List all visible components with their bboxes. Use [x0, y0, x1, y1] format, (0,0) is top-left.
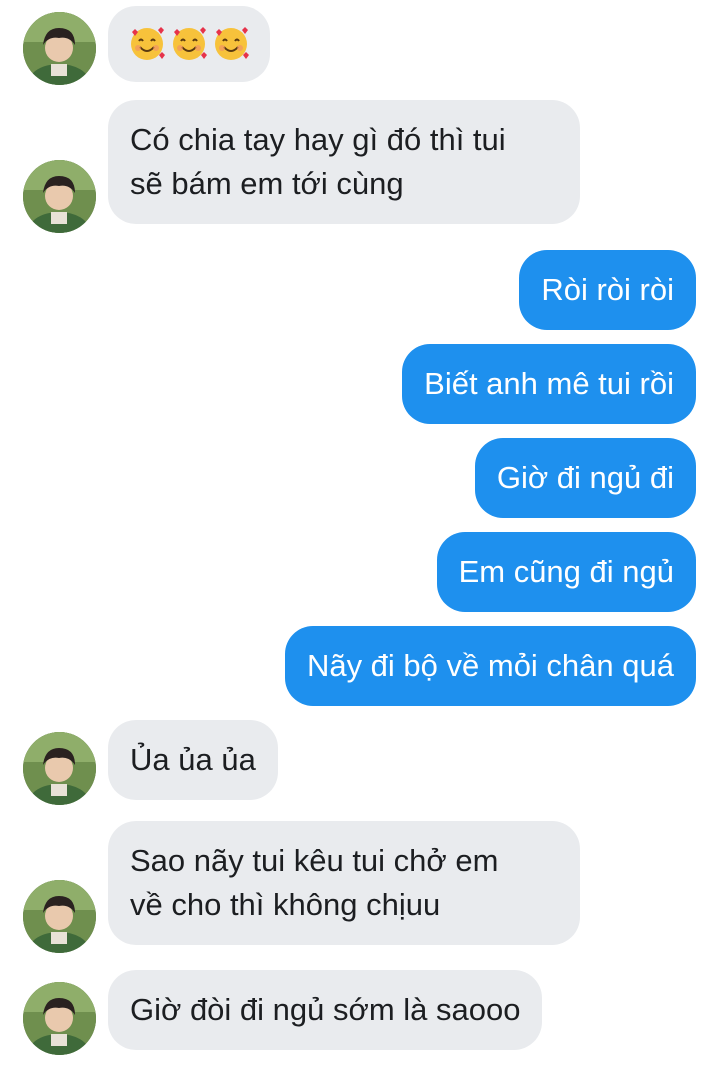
message-line: Nãy đi bộ về mỏi chân quá	[306, 648, 674, 683]
emoji-row	[128, 22, 250, 66]
received-message-bubble[interactable]: Sao nãy tui kêu tui chở em về cho thì kh…	[108, 821, 580, 945]
message-line: về cho thì không chịuu	[130, 887, 441, 922]
message-line: Ròi ròi ròi	[541, 272, 674, 307]
received-message-bubble[interactable]: Có chia tay hay gì đó thì tui sẽ bám em …	[108, 100, 580, 224]
message-line: sẽ bám em tới cùng	[130, 166, 404, 201]
contact-avatar[interactable]	[23, 732, 96, 805]
contact-avatar[interactable]	[23, 160, 96, 233]
message-line: Em cũng đi ngủ	[458, 554, 674, 589]
chat-thread: Có chia tay hay gì đó thì tui sẽ bám em …	[0, 0, 720, 1068]
received-message-bubble[interactable]: Giờ đòi đi ngủ sớm là saooo	[108, 970, 543, 1050]
sent-message-bubble[interactable]: Biết anh mê tui rồi	[402, 344, 696, 424]
sent-message-bubble[interactable]: Giờ đi ngủ đi	[474, 438, 696, 518]
received-message-bubble[interactable]: Ủa ủa ủa	[108, 720, 278, 800]
smiling-face-with-hearts-icon	[170, 25, 208, 63]
contact-avatar[interactable]	[23, 880, 96, 953]
smiling-face-with-hearts-icon	[128, 25, 166, 63]
sent-message-bubble[interactable]: Em cũng đi ngủ	[436, 532, 696, 612]
contact-avatar[interactable]	[23, 982, 96, 1055]
message-line: Giờ đi ngủ đi	[496, 460, 674, 495]
sent-message-bubble[interactable]: Nãy đi bộ về mỏi chân quá	[284, 626, 696, 706]
message-line: Sao nãy tui kêu tui chở em	[130, 843, 499, 878]
smiling-face-with-hearts-icon	[212, 25, 250, 63]
message-line: Giờ đòi đi ngủ sớm là saooo	[130, 992, 521, 1027]
message-line: Có chia tay hay gì đó thì tui	[130, 122, 506, 157]
message-line: Ủa ủa ủa	[130, 742, 256, 777]
received-emoji-bubble[interactable]	[108, 6, 270, 82]
sent-message-bubble[interactable]: Ròi ròi ròi	[519, 250, 696, 330]
contact-avatar[interactable]	[23, 12, 96, 85]
message-line: Biết anh mê tui rồi	[424, 366, 674, 401]
